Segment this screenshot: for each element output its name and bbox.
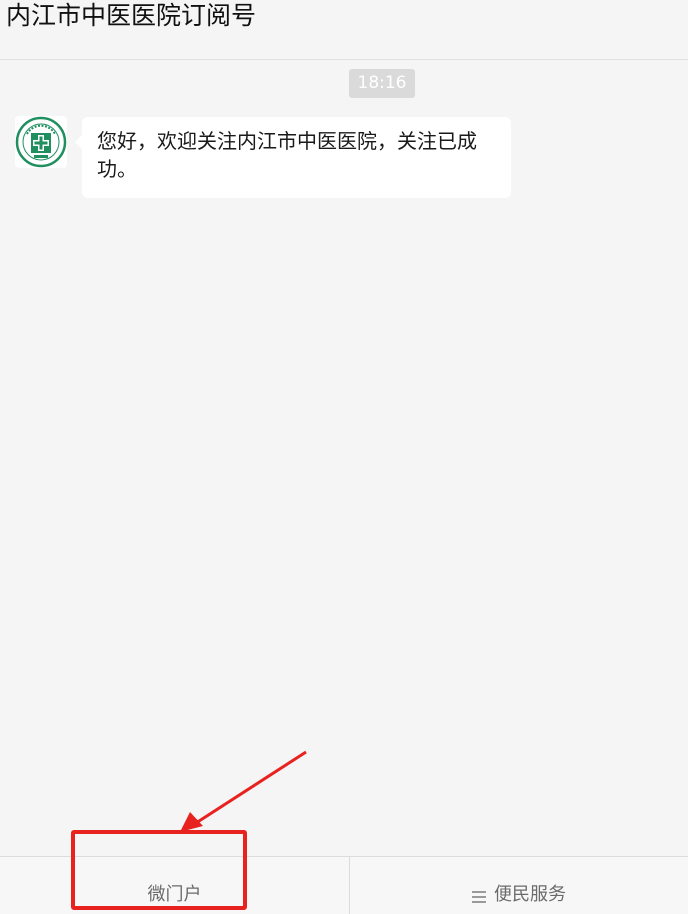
hospital-logo-icon[interactable] xyxy=(15,116,67,168)
menu-item-convenience-services[interactable]: 便民服务 xyxy=(350,857,688,914)
welcome-message-bubble: 您好，欢迎关注内江市中医医院，关注已成功。 xyxy=(75,117,511,198)
message-timestamp: 18:16 xyxy=(349,69,415,98)
menu-item-micro-portal[interactable]: 微门户 xyxy=(0,857,349,914)
welcome-message-text: 您好，欢迎关注内江市中医医院，关注已成功。 xyxy=(97,129,477,181)
menu-item-micro-portal-label: 微门户 xyxy=(147,884,202,905)
bottom-menu-bar: 微门户 便民服务 xyxy=(0,856,688,914)
chat-header: 内江市中医医院订阅号 xyxy=(0,0,688,60)
menu-lines-icon xyxy=(472,891,486,903)
hospital-logo-graphic xyxy=(15,116,67,168)
account-title: 内江市中医医院订阅号 xyxy=(6,1,257,30)
menu-item-convenience-services-label: 便民服务 xyxy=(494,884,566,905)
